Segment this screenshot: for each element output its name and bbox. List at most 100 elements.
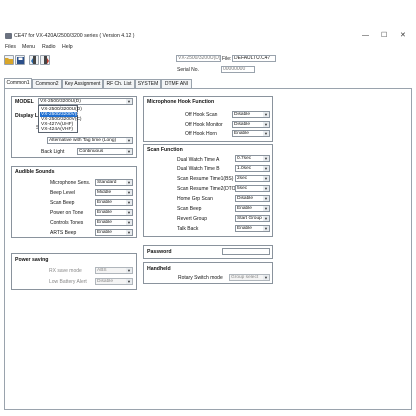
chevron-down-icon: ▼ xyxy=(263,166,269,171)
model-select[interactable]: VX-2500/3200U(D) ▼ xyxy=(38,98,133,105)
talk-back-label: Talk Back xyxy=(177,226,199,232)
chevron-down-icon: ▼ xyxy=(126,149,132,154)
talk-back-select[interactable]: Enable ▼ xyxy=(235,225,270,232)
beep-level-select[interactable]: Middle ▼ xyxy=(95,189,133,196)
display-label: Display L xyxy=(15,113,39,119)
minimize-button[interactable]: — xyxy=(362,32,369,39)
open-icon[interactable] xyxy=(4,55,14,65)
dual-watch-a-select[interactable]: 0.7sec ▼ xyxy=(235,155,270,162)
arts-beep-select[interactable]: Enable ▼ xyxy=(95,229,133,236)
rx-save-mode-label: RX save mode xyxy=(49,268,82,274)
mic-sens-select[interactable]: Standard ▼ xyxy=(95,179,133,186)
chevron-down-icon: ▼ xyxy=(126,180,132,185)
chevron-down-icon: ▼ xyxy=(126,99,132,104)
menu-radio[interactable]: Radio xyxy=(42,44,56,50)
chevron-down-icon: ▼ xyxy=(126,138,132,143)
scan-function-title: Scan Function xyxy=(147,147,183,153)
handheld-title: Handheld xyxy=(147,266,171,272)
window-title: CE47 for VX-420A/2500/3200 series ( Vers… xyxy=(14,33,135,39)
password-label: Password xyxy=(147,249,172,255)
back-light-label: Back Light xyxy=(41,149,65,155)
beep-level-label: Beep Level xyxy=(50,190,76,196)
scan-resume-1-select[interactable]: 2sec ▼ xyxy=(235,175,270,182)
file-name-display: DEFAULTU.C47 xyxy=(232,55,276,62)
chevron-down-icon: ▼ xyxy=(263,216,269,221)
chevron-down-icon: ▼ xyxy=(263,206,269,211)
chevron-down-icon: ▼ xyxy=(263,196,269,201)
dual-watch-b-label: Dual Watch Time B xyxy=(177,166,220,172)
chevron-down-icon: ▼ xyxy=(263,131,269,136)
scan-beep-select[interactable]: Enable ▼ xyxy=(235,205,270,212)
low-battery-alert-select[interactable]: Disable ▼ xyxy=(95,278,133,285)
chevron-down-icon: ▼ xyxy=(126,190,132,195)
power-saving-title: Power saving xyxy=(15,257,49,263)
mic-hook-title: Microphone Hook Function xyxy=(147,99,215,105)
controls-tones-label: Controls Tones xyxy=(50,220,84,226)
low-battery-alert-label: Low Battery Alert xyxy=(49,279,87,285)
off-hook-horn-select[interactable]: Enable ▼ xyxy=(232,130,270,137)
revert-group-label: Revert Group xyxy=(177,216,208,222)
back-light-select[interactable]: Continuous ▼ xyxy=(77,148,133,155)
scan-resume-2-label: Scan Resume Time2(DTO) xyxy=(177,186,238,192)
serial-label: Serial No. xyxy=(177,67,199,73)
scan-beep-select[interactable]: Enable ▼ xyxy=(95,199,133,206)
dual-watch-a-label: Dual Watch Time A xyxy=(177,157,220,163)
scan-beep-label: Scan Beep xyxy=(177,206,202,212)
tab-common2[interactable]: Common2 xyxy=(32,79,62,88)
chevron-down-icon: ▼ xyxy=(126,268,132,273)
dual-watch-b-select[interactable]: 1.0sec ▼ xyxy=(235,165,270,172)
scan-beep-label: Scan Beep xyxy=(50,200,75,206)
model-option[interactable]: VX-424A(VHF) xyxy=(40,127,77,132)
chevron-down-icon: ▼ xyxy=(126,279,132,284)
mic-sens-label: Microphone Sens. xyxy=(50,180,91,186)
tab-rf-ch-list[interactable]: RF Ch. List xyxy=(103,79,135,88)
menu-files[interactable]: Files xyxy=(5,44,16,50)
arts-beep-label: ARTS Beep xyxy=(50,230,77,236)
revert-group-select[interactable]: Start Group ▼ xyxy=(235,215,270,222)
rotary-switch-mode-label: Rotary Switch mode xyxy=(178,275,223,281)
maximize-button[interactable]: ☐ xyxy=(381,32,387,39)
close-button[interactable]: ✕ xyxy=(400,32,406,39)
chevron-down-icon: ▼ xyxy=(263,112,269,117)
read-radio-icon[interactable] xyxy=(29,55,39,65)
audible-sounds-title: Audible Sounds xyxy=(15,169,55,175)
chevron-down-icon: ▼ xyxy=(263,186,269,191)
home-grp-scan-select[interactable]: Disable ▼ xyxy=(235,195,270,202)
chevron-down-icon: ▼ xyxy=(263,275,269,280)
off-hook-horn-label: Off Hook Horn xyxy=(185,131,217,137)
off-hook-scan-select[interactable]: Disable ▼ xyxy=(232,111,270,118)
chevron-down-icon: ▼ xyxy=(263,226,269,231)
tab-dtmf-ani[interactable]: DTMF ANI xyxy=(161,79,192,88)
off-hook-monitor-select[interactable]: Disable ▼ xyxy=(232,121,270,128)
chevron-down-icon: ▼ xyxy=(126,200,132,205)
chevron-down-icon: ▼ xyxy=(126,220,132,225)
tab-system[interactable]: SYSTEM xyxy=(135,79,161,88)
off-hook-monitor-label: Off Hook Monitor xyxy=(185,122,223,128)
rx-save-mode-select[interactable]: ABS ▼ xyxy=(95,267,133,274)
write-radio-icon[interactable] xyxy=(40,55,50,65)
controls-tones-select[interactable]: Enable ▼ xyxy=(95,219,133,226)
menu-menu[interactable]: Menu xyxy=(22,44,35,50)
home-grp-scan-label: Home Grp Scan xyxy=(177,196,213,202)
scan-resume-2-select[interactable]: 5sec ▼ xyxy=(235,185,270,192)
radio-model-display: VX-2500/3200U(D) xyxy=(176,55,221,62)
scan-resume-1-label: Scan Resume Time1(BS) xyxy=(177,176,234,182)
model-label: MODEL xyxy=(15,99,34,105)
tab-key-assignment[interactable]: Key Assignment xyxy=(62,79,103,88)
chevron-down-icon: ▼ xyxy=(263,122,269,127)
rotary-switch-mode-select[interactable]: Group select ▼ xyxy=(229,274,270,281)
app-icon xyxy=(5,33,12,39)
display-mode-select[interactable]: Alternative with Tag time (Long) ▼ xyxy=(47,137,133,144)
model-dropdown-list: VX-2500/3200U(D) VX-2500/3200V(D) VX-250… xyxy=(38,105,82,133)
chevron-down-icon: ▼ xyxy=(126,230,132,235)
power-on-tone-select[interactable]: Enable ▼ xyxy=(95,209,133,216)
password-input[interactable] xyxy=(222,248,270,255)
power-on-tone-label: Power on Tone xyxy=(50,210,84,216)
chevron-down-icon: ▼ xyxy=(263,176,269,181)
menu-help[interactable]: Help xyxy=(62,44,73,50)
off-hook-scan-label: Off Hook Scan xyxy=(185,112,218,118)
serial-number-field: 00000000 xyxy=(221,66,255,73)
chevron-down-icon: ▼ xyxy=(263,156,269,161)
save-icon[interactable] xyxy=(15,55,25,65)
file-label: File: xyxy=(222,56,232,62)
